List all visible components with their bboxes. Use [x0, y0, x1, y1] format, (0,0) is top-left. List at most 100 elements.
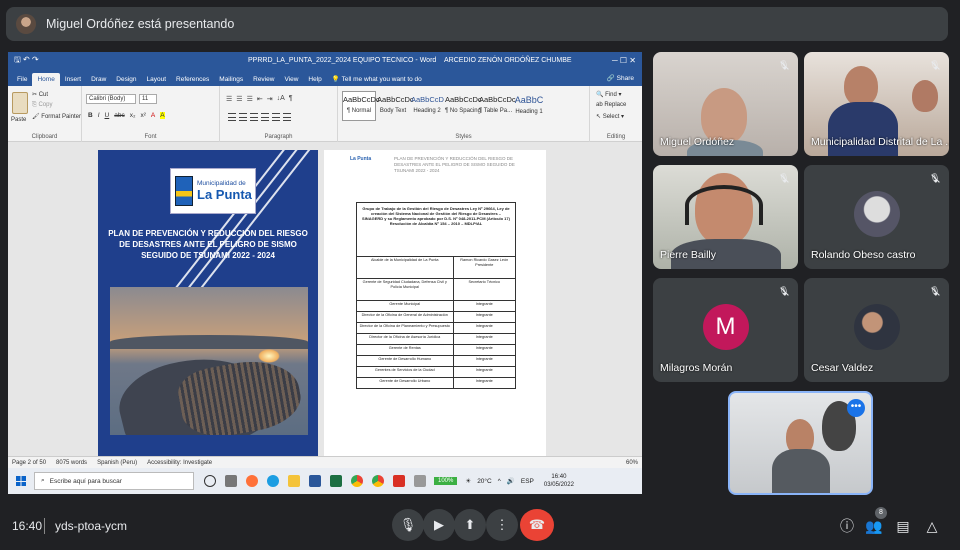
sort-icon[interactable]: ↓A — [277, 95, 285, 103]
table-row: Director de la Oficina de Asesoría Juríd… — [356, 333, 516, 345]
edge-icon[interactable] — [267, 475, 279, 487]
word-count[interactable]: 8075 words — [56, 460, 87, 466]
share-button[interactable]: 🔗 Share — [607, 74, 634, 82]
chrome-icon[interactable] — [351, 475, 363, 487]
input-language[interactable]: ESP — [521, 478, 534, 485]
style-normal[interactable]: AaBbCcDc ¶ Normal — [342, 91, 380, 121]
chat-icon[interactable]: ▤ — [893, 516, 913, 536]
present-button[interactable]: ⬆ — [454, 509, 486, 541]
style-body-text[interactable]: AaBbCcDc Body Text — [376, 91, 414, 121]
role-cell: Gerente de Desarrollo Urbano — [356, 377, 454, 389]
align-right-icon[interactable] — [250, 113, 258, 121]
tell-me-search[interactable]: 💡 Tell me what you want to do — [327, 72, 427, 86]
participant-tile-municipalidad[interactable]: 🎙 Municipalidad Distrital de La ... — [804, 52, 949, 156]
style-name: ¶ No Spacing — [445, 108, 481, 114]
participant-tile-milagros[interactable]: M 🎙 Milagros Morán — [653, 278, 798, 382]
participant-tile-miguel[interactable]: 🎙 Miguel Ordóñez — [653, 52, 798, 156]
align-left-icon[interactable] — [228, 113, 236, 121]
quick-access-toolbar[interactable]: 🖫 ↶ ↷ — [14, 54, 39, 68]
language-status[interactable]: Spanish (Peru) — [97, 460, 137, 466]
style-table-paragraph[interactable]: AaBbCcDc ¶ Table Pa... — [478, 91, 516, 121]
word-icon[interactable] — [309, 475, 321, 487]
bullets-icon[interactable]: ☰ — [226, 95, 232, 103]
taskbar-clock[interactable]: 16:40 03/05/2022 — [544, 473, 574, 489]
meeting-info-icon[interactable]: ⓘ — [837, 516, 857, 536]
window-controls[interactable]: ─ ☐ ✕ — [612, 56, 636, 65]
underline-button[interactable]: U — [105, 112, 110, 119]
tab-view[interactable]: View — [279, 73, 303, 86]
acrobat-icon[interactable] — [393, 475, 405, 487]
volume-icon[interactable]: 🔊 — [507, 477, 515, 485]
style-heading-2[interactable]: AaBbCcD Heading 2 — [410, 91, 444, 121]
participant-tile-rolando[interactable]: 🎙 Rolando Obeso castro — [804, 165, 949, 269]
excel-icon[interactable] — [330, 475, 342, 487]
font-size-select[interactable]: 11 — [139, 94, 157, 104]
account-name[interactable]: ARCEDIO ZENÓN ORDÓÑEZ CHUMBE — [444, 57, 572, 64]
self-view-tile[interactable]: ••• — [728, 391, 873, 495]
microphone-button[interactable]: 🎙 — [392, 509, 424, 541]
subscript-button[interactable]: x₂ — [130, 112, 136, 119]
justify-icon[interactable] — [261, 113, 269, 121]
participant-tile-pierre[interactable]: 🎙 Pierre Bailly — [653, 165, 798, 269]
cut-button[interactable]: ✂ Cut — [32, 91, 48, 98]
cortana-icon[interactable] — [204, 475, 216, 487]
page-count[interactable]: Page 2 of 50 — [12, 460, 46, 466]
weather-temp[interactable]: 20°C — [477, 478, 492, 485]
participant-tile-cesar[interactable]: 🎙 Cesar Valdez — [804, 278, 949, 382]
tab-draw[interactable]: Draw — [86, 73, 111, 86]
format-painter-button[interactable]: 🖌 Format Painter — [32, 113, 81, 120]
task-view-icon[interactable] — [225, 475, 237, 487]
tab-design[interactable]: Design — [111, 73, 141, 86]
style-heading-1[interactable]: AaBbC Heading 1 — [512, 91, 546, 121]
battery-indicator[interactable]: 100% — [434, 477, 458, 485]
start-button[interactable] — [8, 468, 34, 494]
tab-mailings[interactable]: Mailings — [214, 73, 248, 86]
line-spacing-icon[interactable] — [272, 113, 280, 121]
font-name-select[interactable]: Calibri (Body) — [86, 94, 136, 104]
accessibility-status[interactable]: Accessibility: Investigate — [147, 460, 212, 466]
file-explorer-icon[interactable] — [288, 475, 300, 487]
tab-home[interactable]: Home — [32, 73, 60, 86]
tab-review[interactable]: Review — [248, 73, 279, 86]
chrome-profile-icon[interactable] — [372, 475, 384, 487]
table-row: Gerente Municipal Integrante — [356, 300, 516, 312]
document-area[interactable]: Municipalidad de La Punta PLAN DE PREVEN… — [8, 142, 642, 456]
paste-icon[interactable] — [12, 92, 28, 114]
bold-button[interactable]: B — [88, 112, 93, 119]
italic-button[interactable]: I — [98, 112, 100, 119]
tab-file[interactable]: File — [12, 73, 32, 86]
member-cell: Integrante — [452, 300, 516, 312]
people-icon[interactable]: 👥 — [864, 516, 884, 536]
increase-indent-icon[interactable]: ⇥ — [267, 95, 273, 103]
font-color-button[interactable]: A — [151, 112, 155, 119]
decrease-indent-icon[interactable]: ⇤ — [257, 95, 263, 103]
app-icon[interactable] — [414, 475, 426, 487]
numbering-icon[interactable]: ☰ — [236, 95, 242, 103]
superscript-button[interactable]: x² — [140, 112, 145, 119]
tab-insert[interactable]: Insert — [60, 73, 86, 86]
activities-icon[interactable]: △ — [922, 516, 942, 536]
strikethrough-button[interactable]: abc — [114, 112, 124, 119]
shading-icon[interactable] — [283, 113, 291, 121]
select-button[interactable]: ↖ Select ▾ — [596, 113, 624, 120]
align-center-icon[interactable] — [239, 113, 247, 121]
more-options-button[interactable]: ⋮ — [486, 509, 518, 541]
tray-overflow-icon[interactable]: ^ — [498, 478, 501, 485]
multilevel-list-icon[interactable]: ☰ — [247, 95, 253, 103]
photo-hill — [110, 335, 308, 349]
find-button[interactable]: 🔍 Find ▾ — [596, 91, 622, 98]
copy-button[interactable]: ⎘ Copy — [32, 102, 52, 109]
highlight-button[interactable]: A — [160, 112, 165, 119]
replace-button[interactable]: ab Replace — [596, 102, 626, 108]
zoom-level[interactable]: 60% — [626, 460, 638, 466]
tab-layout[interactable]: Layout — [142, 73, 172, 86]
more-options-icon[interactable]: ••• — [847, 399, 865, 417]
tab-references[interactable]: References — [171, 73, 214, 86]
end-call-button[interactable]: ☎ — [520, 509, 554, 541]
firefox-icon[interactable] — [246, 475, 258, 487]
tab-help[interactable]: Help — [303, 73, 326, 86]
taskbar-search[interactable]: ⌕ Escribe aquí para buscar — [34, 472, 194, 490]
style-no-spacing[interactable]: AaBbCcDc ¶ No Spacing — [444, 91, 482, 121]
pilcrow-icon[interactable]: ¶ — [289, 95, 293, 103]
camera-button[interactable]: ▶ — [423, 509, 455, 541]
